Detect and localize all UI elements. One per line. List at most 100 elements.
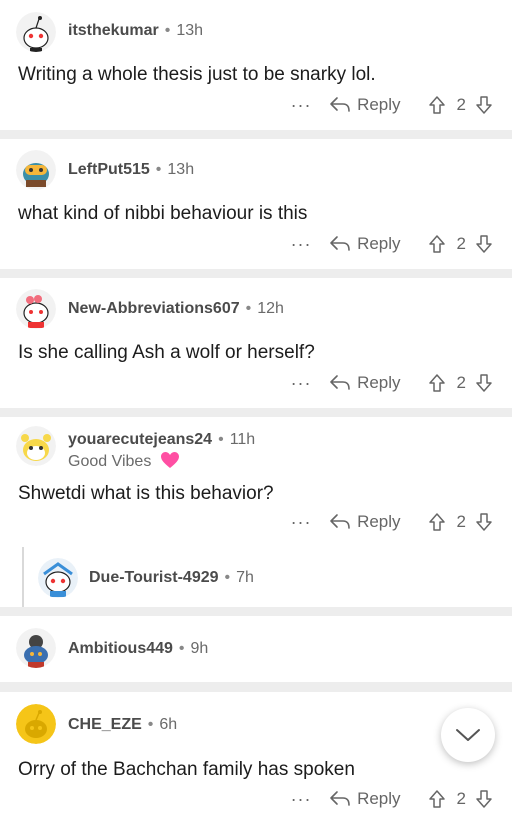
- comment-card: LeftPut515 • 13h what kind of nibbi behavi…: [0, 139, 512, 269]
- vote-score: 2: [456, 234, 466, 253]
- user-avatar[interactable]: [16, 150, 56, 190]
- snoo-avatar-icon: [16, 426, 56, 466]
- downvote-arrow-icon[interactable]: [474, 789, 494, 809]
- more-options-button[interactable]: ···: [289, 790, 313, 808]
- comment-text: Orry of the Bachchan family has spoken: [18, 759, 355, 780]
- reply-label: Reply: [357, 789, 401, 808]
- username[interactable]: itsthekumar: [68, 22, 159, 39]
- reply-arrow-icon: [330, 97, 350, 112]
- downvote-arrow-icon[interactable]: [474, 95, 494, 115]
- timestamp: 9h: [190, 640, 209, 657]
- scroll-next-button[interactable]: [441, 708, 495, 762]
- comment-card: itsthekumar • 13h Writing a whole thesis j…: [0, 0, 512, 130]
- separator-dot: •: [224, 569, 231, 586]
- more-options-button[interactable]: ···: [289, 235, 313, 253]
- downvote-arrow-icon[interactable]: [474, 234, 494, 254]
- reply-arrow-icon: [330, 375, 350, 390]
- comment-meta: CHE_EZE • 6h: [68, 716, 177, 734]
- comment-actions: ··· Reply 2: [289, 784, 494, 813]
- comment-text: what kind of nibbi behaviour is this: [18, 203, 308, 224]
- more-options-button[interactable]: ···: [289, 96, 313, 114]
- vote-score: 2: [456, 95, 466, 114]
- upvote-arrow-icon[interactable]: [427, 512, 447, 532]
- more-options-button[interactable]: ···: [289, 513, 313, 531]
- user-avatar[interactable]: [16, 628, 56, 668]
- snoo-avatar-icon: [16, 289, 56, 329]
- downvote-arrow-icon[interactable]: [474, 373, 494, 393]
- vote-controls: 2: [427, 373, 494, 393]
- comment-actions: ··· Reply 2: [289, 229, 494, 259]
- user-avatar[interactable]: [38, 558, 78, 598]
- timestamp: 12h: [257, 300, 284, 317]
- timestamp: 13h: [167, 161, 195, 178]
- reply-label: Reply: [357, 95, 401, 114]
- reply-arrow-icon: [330, 514, 350, 529]
- username[interactable]: LeftPut515: [68, 161, 150, 178]
- vote-score: 2: [456, 373, 466, 392]
- separator-dot: •: [164, 22, 171, 39]
- timestamp: 7h: [236, 569, 254, 586]
- reply-button[interactable]: Reply: [329, 512, 401, 532]
- reply-label: Reply: [357, 373, 401, 392]
- reply-button[interactable]: Reply: [329, 789, 401, 809]
- comment-actions: ··· Reply 2: [289, 368, 494, 398]
- vote-controls: 2: [427, 789, 494, 809]
- user-flair: Good Vibes: [68, 451, 180, 471]
- separator-dot: •: [218, 431, 224, 448]
- vote-controls: 2: [427, 95, 494, 115]
- reply-button[interactable]: Reply: [329, 95, 401, 115]
- upvote-arrow-icon[interactable]: [427, 373, 447, 393]
- chevron-down-icon: [456, 729, 480, 741]
- upvote-arrow-icon[interactable]: [427, 95, 447, 115]
- vote-score: 2: [456, 512, 466, 531]
- user-avatar[interactable]: [16, 12, 56, 52]
- username[interactable]: New-Abbreviations607: [68, 300, 240, 317]
- user-avatar[interactable]: [16, 426, 56, 466]
- user-avatar[interactable]: [16, 704, 56, 744]
- comment-meta: New-Abbreviations607 • 12h: [68, 300, 284, 318]
- timestamp: 6h: [159, 716, 178, 733]
- reply-button[interactable]: Reply: [329, 234, 401, 254]
- reply-button[interactable]: Reply: [329, 373, 401, 393]
- vote-controls: 2: [427, 234, 494, 254]
- separator-dot: •: [178, 640, 185, 657]
- snoo-avatar-icon: [16, 704, 56, 744]
- separator-dot: •: [147, 716, 154, 733]
- username[interactable]: Ambitious449: [68, 640, 173, 657]
- snoo-avatar-icon: [16, 150, 56, 190]
- comment-card: youarecutejeans24 • 11h Good Vibes Shwetdi…: [0, 417, 512, 607]
- username[interactable]: CHE_EZE: [68, 716, 142, 733]
- thread-line[interactable]: [22, 547, 24, 607]
- comment-text: Shwetdi what is this behavior?: [18, 483, 274, 504]
- reply-label: Reply: [357, 512, 401, 531]
- comment-card[interactable]: Ambitious449 • 9h: [0, 616, 512, 682]
- comment-meta: youarecutejeans24 • 11h: [68, 431, 255, 449]
- comment-meta: LeftPut515 • 13h: [68, 161, 194, 179]
- vote-score: 2: [456, 789, 466, 808]
- vote-controls: 2: [427, 512, 494, 532]
- timestamp: 13h: [176, 22, 204, 39]
- separator-dot: •: [155, 161, 162, 178]
- reply-arrow-icon: [330, 236, 350, 251]
- comment-text: Writing a whole thesis just to be snarky…: [18, 64, 376, 85]
- reply-label: Reply: [357, 234, 401, 253]
- snoo-avatar-icon: [38, 558, 78, 598]
- comment-card: New-Abbreviations607 • 12h Is she calling …: [0, 278, 512, 408]
- more-options-button[interactable]: ···: [289, 374, 313, 392]
- separator-dot: •: [245, 300, 252, 317]
- reply-arrow-icon: [330, 791, 350, 806]
- timestamp: 11h: [229, 431, 256, 448]
- username[interactable]: Due-Tourist-4929: [89, 569, 219, 586]
- snoo-avatar-icon: [16, 12, 56, 52]
- comment-actions: ··· Reply 2: [289, 90, 494, 120]
- comment-actions: ··· Reply 2: [289, 507, 494, 537]
- comment-meta: Due-Tourist-4929 • 7h: [89, 569, 254, 587]
- downvote-arrow-icon[interactable]: [474, 512, 494, 532]
- comment-meta: Ambitious449 • 9h: [68, 640, 208, 658]
- heart-icon: [160, 452, 179, 468]
- snoo-avatar-icon: [16, 628, 56, 668]
- upvote-arrow-icon[interactable]: [427, 789, 447, 809]
- user-avatar[interactable]: [16, 289, 56, 329]
- upvote-arrow-icon[interactable]: [427, 234, 447, 254]
- username[interactable]: youarecutejeans24: [68, 431, 212, 448]
